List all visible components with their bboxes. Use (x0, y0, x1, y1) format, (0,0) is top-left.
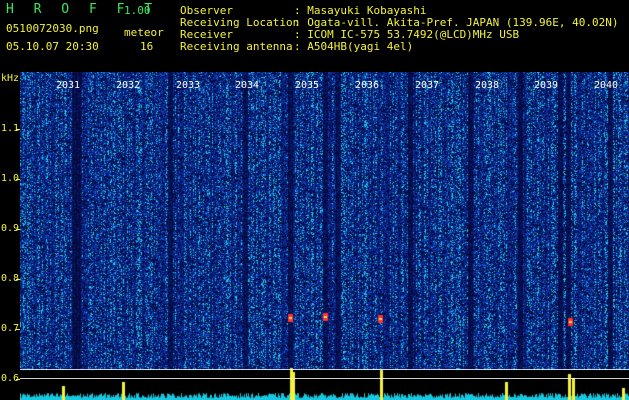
freq-tick-1-1 (16, 129, 20, 130)
app-version: 1.00 (124, 4, 151, 17)
freq-tick-0-7 (16, 329, 20, 330)
freq-tick-0-6 (16, 379, 20, 380)
time-label-2032: 2032 (116, 80, 141, 91)
hroft-window: H R O F F T 1.00 0510072030.png 05.10.07… (0, 0, 629, 400)
time-label-2033: 2033 (176, 80, 201, 91)
observation-datetime: 05.10.07 20:30 (6, 40, 99, 53)
time-label-2035: 2035 (295, 80, 320, 91)
time-label-2039: 2039 (534, 80, 559, 91)
time-label-2038: 2038 (475, 80, 500, 91)
antenna-value: : A504HB(yagi 4el) (294, 40, 414, 53)
freq-tick-1-0 (16, 179, 20, 180)
frequency-axis (0, 72, 20, 400)
freq-tick-0-8 (16, 279, 20, 280)
time-label-2034: 2034 (235, 80, 260, 91)
reference-line-lower (20, 378, 629, 379)
reference-line-upper (20, 369, 629, 370)
file-name: 0510072030.png (6, 22, 99, 35)
freq-tick-0-9 (16, 229, 20, 230)
meteor-count: 16 (140, 40, 154, 53)
time-label-2036: 2036 (355, 80, 380, 91)
spectrogram-canvas (20, 72, 629, 400)
axis-unit-label: kHz (1, 73, 20, 84)
time-label-2037: 2037 (415, 80, 440, 91)
header-panel: H R O F F T 1.00 0510072030.png 05.10.07… (0, 0, 629, 72)
meteor-label: meteor (124, 26, 164, 39)
antenna-label: Receiving antenna (180, 40, 293, 53)
time-label-2031: 2031 (56, 80, 81, 91)
time-label-2040: 2040 (594, 80, 619, 91)
